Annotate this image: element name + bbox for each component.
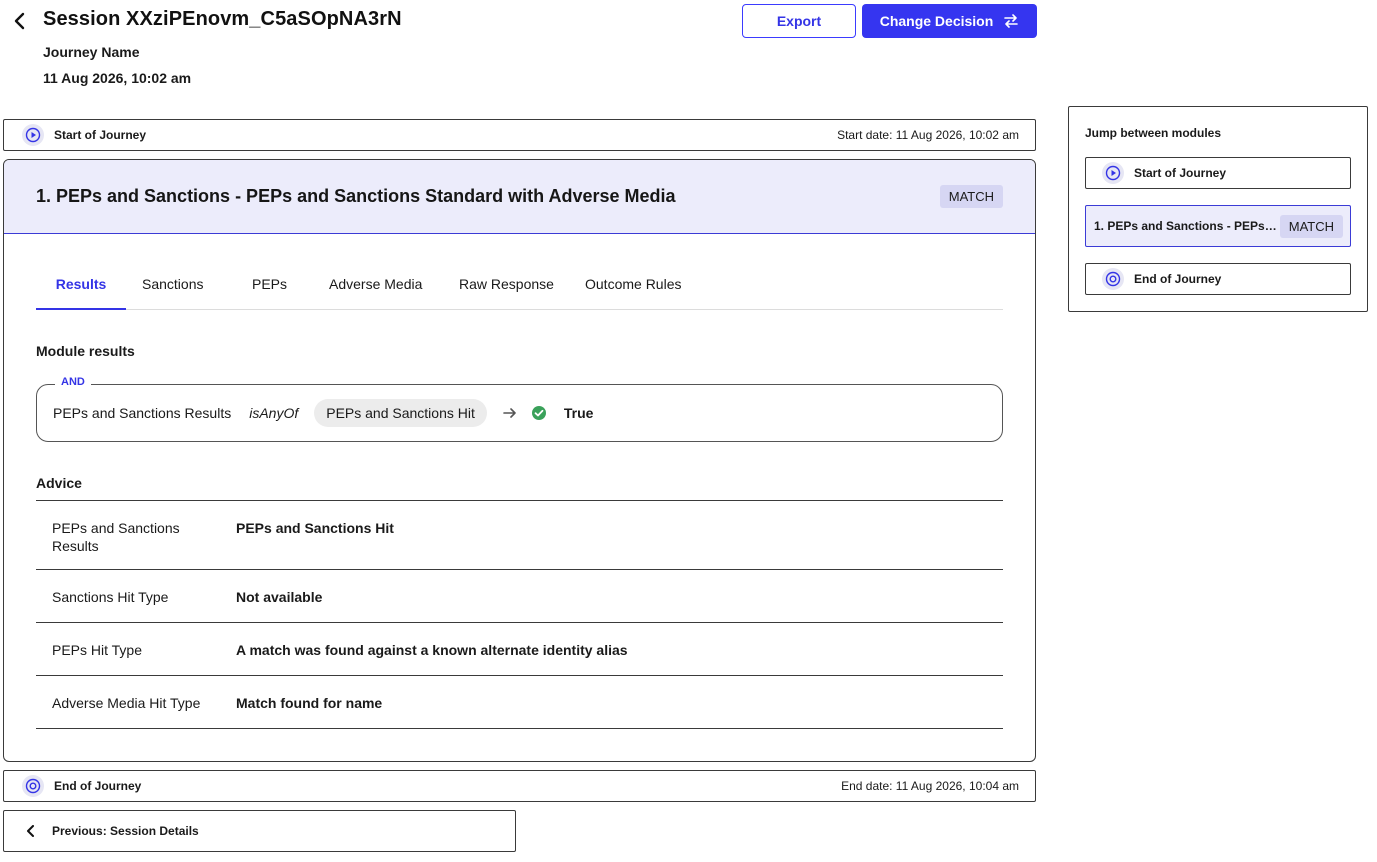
advice-row: Adverse Media Hit Type Match found for n… (36, 676, 1003, 729)
match-badge: MATCH (939, 185, 1003, 208)
module-header: 1. PEPs and Sanctions - PEPs and Sanctio… (4, 160, 1035, 234)
advice-value: Match found for name (236, 695, 383, 711)
rule-group: AND PEPs and Sanctions Results isAnyOf P… (36, 376, 1003, 442)
advice-key: PEPs and Sanctions Results (52, 520, 180, 554)
module-title: 1. PEPs and Sanctions - PEPs and Sanctio… (36, 186, 676, 206)
tab-raw-response[interactable]: Raw Response (459, 268, 554, 310)
jump-item-start[interactable]: Start of Journey (1085, 157, 1351, 189)
stop-circle-icon (22, 775, 44, 797)
play-icon (22, 124, 44, 146)
start-of-journey-label: Start of Journey (54, 128, 147, 142)
tab-peps[interactable]: PEPs (252, 268, 287, 310)
end-of-journey-label: End of Journey (54, 779, 142, 793)
jump-panel-title: Jump between modules (1085, 126, 1222, 140)
check-circle-icon (531, 405, 547, 421)
chevron-left-icon (27, 825, 34, 837)
play-icon (1102, 162, 1124, 184)
module-tabs: Results Sanctions PEPs Adverse Media Raw… (36, 268, 1003, 310)
module-results-title: Module results (36, 343, 135, 359)
module-card: 1. PEPs and Sanctions - PEPs and Sanctio… (3, 159, 1036, 762)
match-badge: MATCH (1279, 214, 1343, 238)
advice-title: Advice (36, 475, 82, 491)
advice-key: Sanctions Hit Type (52, 589, 169, 605)
export-button[interactable]: Export (742, 4, 856, 38)
advice-table: PEPs and Sanctions Results PEPs and Sanc… (36, 500, 1003, 729)
advice-value: Not available (236, 589, 323, 605)
rule-row: PEPs and Sanctions Results isAnyOf PEPs … (53, 385, 593, 441)
advice-value: PEPs and Sanctions Hit (236, 520, 394, 536)
page-title: Session XXziPEnovm_C5aSOpNA3rN (43, 8, 402, 30)
end-date: End date: 11 Aug 2026, 10:04 am (841, 779, 1019, 793)
swap-icon (1004, 14, 1019, 28)
stop-circle-icon (1102, 268, 1124, 290)
advice-row: Sanctions Hit Type Not available (36, 570, 1003, 623)
jump-item-end[interactable]: End of Journey (1085, 263, 1351, 295)
jump-panel: Jump between modules Start of Journey 1.… (1068, 106, 1368, 312)
journey-name: Journey Name (43, 44, 140, 60)
jump-item-peps-sanctions[interactable]: 1. PEPs and Sanctions - PEPs and Sanctio… (1085, 205, 1351, 247)
start-date: Start date: 11 Aug 2026, 10:02 am (837, 128, 1019, 142)
tab-adverse-media[interactable]: Adverse Media (329, 268, 422, 310)
arrow-right-icon (503, 407, 517, 419)
rule-result: True (563, 405, 594, 421)
jump-item-label: 1. PEPs and Sanctions - PEPs and Sanctio… (1094, 219, 1280, 233)
chevron-left-icon (14, 12, 25, 30)
tab-results[interactable]: Results (36, 268, 126, 310)
end-of-journey-bar: End of Journey End date: 11 Aug 2026, 10… (3, 770, 1036, 802)
previous-button-label: Previous: Session Details (52, 824, 199, 838)
advice-key: PEPs Hit Type (52, 642, 143, 658)
rule-value-chip: PEPs and Sanctions Hit (314, 399, 487, 427)
advice-value: A match was found against a known altern… (236, 642, 628, 658)
tab-outcome-rules[interactable]: Outcome Rules (585, 268, 681, 310)
advice-row: PEPs and Sanctions Results PEPs and Sanc… (36, 501, 1003, 570)
back-button[interactable] (8, 9, 32, 33)
advice-key: Adverse Media Hit Type (52, 695, 201, 711)
jump-item-label: End of Journey (1134, 272, 1222, 286)
start-of-journey-bar: Start of Journey Start date: 11 Aug 2026… (3, 119, 1036, 151)
tab-sanctions[interactable]: Sanctions (142, 268, 203, 310)
jump-item-label: Start of Journey (1134, 166, 1227, 180)
session-date: 11 Aug 2026, 10:02 am (43, 70, 192, 86)
previous-button[interactable]: Previous: Session Details (3, 810, 516, 852)
rule-operator: isAnyOf (249, 405, 299, 421)
export-button-label: Export (776, 13, 822, 29)
change-decision-label: Change Decision (879, 13, 994, 29)
advice-row: PEPs Hit Type A match was found against … (36, 623, 1003, 676)
change-decision-button[interactable]: Change Decision (862, 4, 1037, 38)
rule-field: PEPs and Sanctions Results (53, 405, 232, 421)
